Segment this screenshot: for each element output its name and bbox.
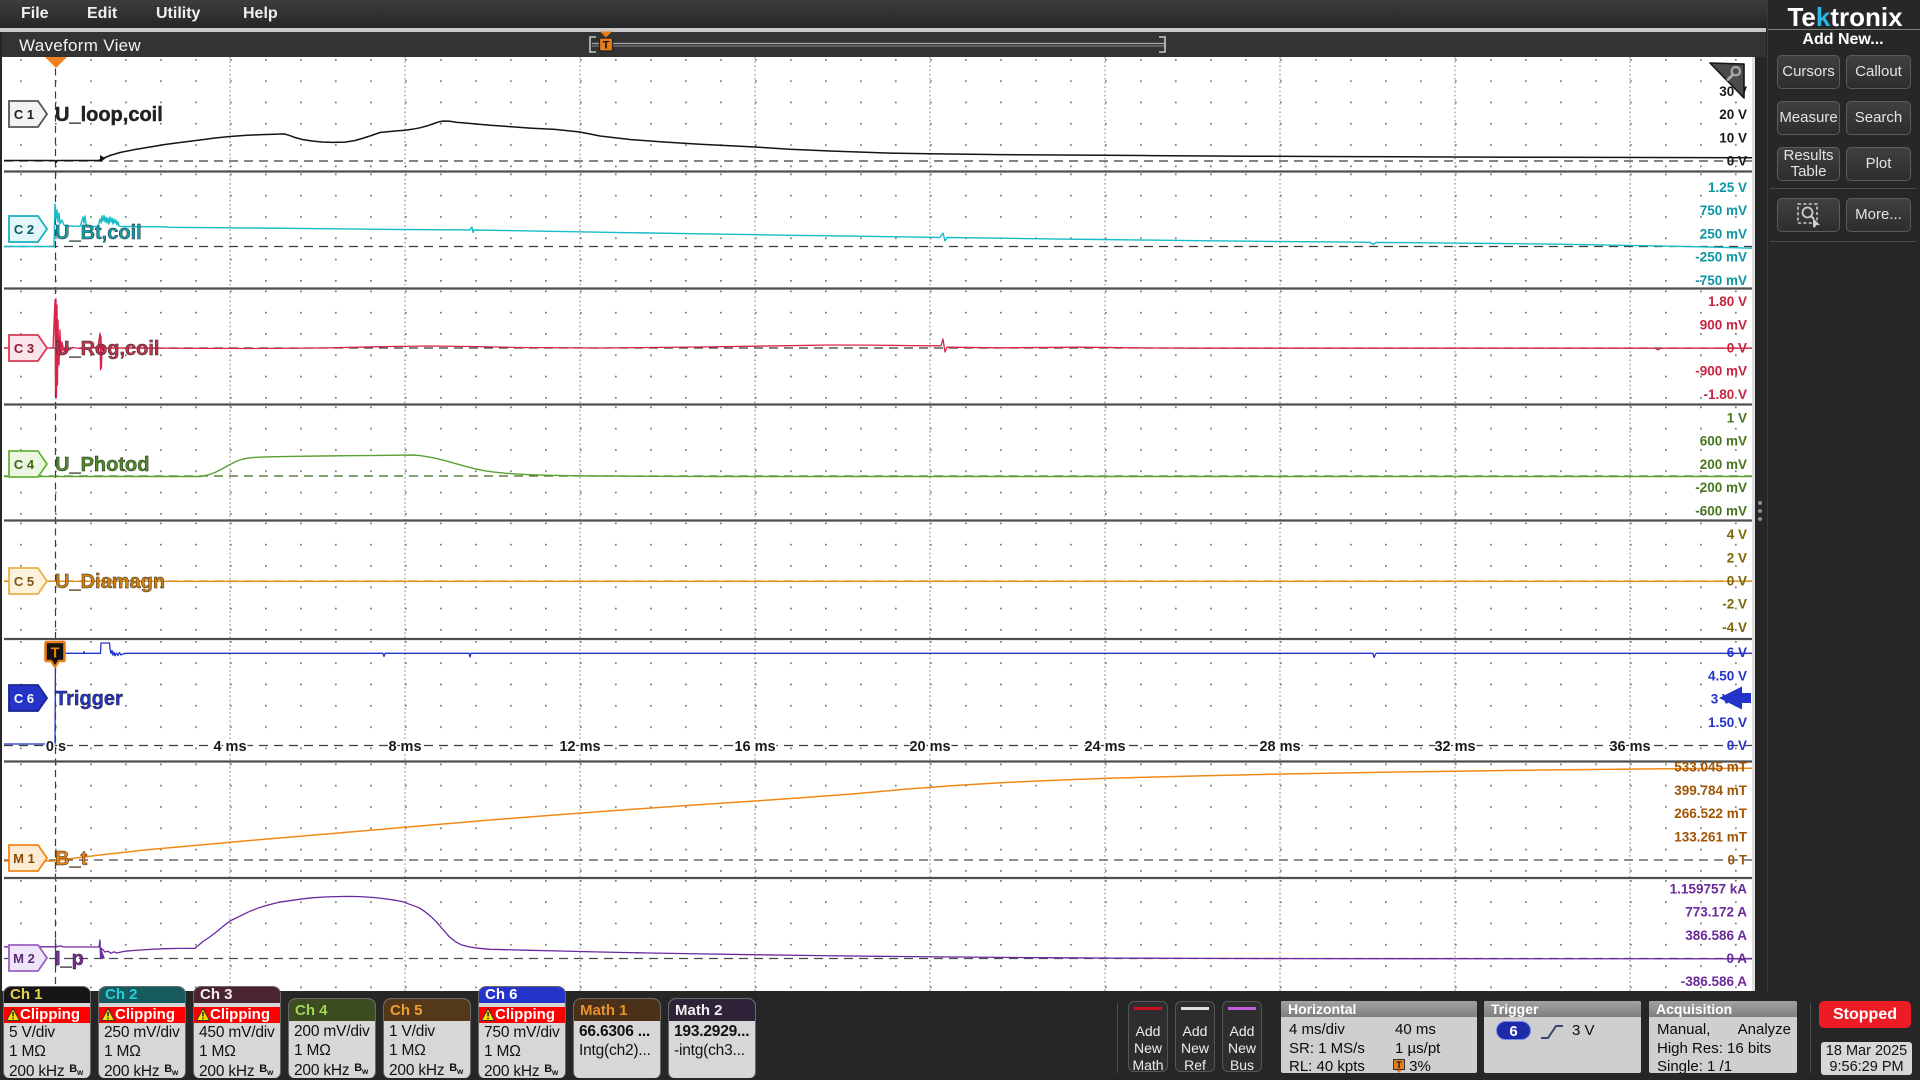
svg-text:4.50 V: 4.50 V (1708, 668, 1747, 683)
svg-text:-600 mV: -600 mV (1695, 503, 1747, 518)
svg-text:250 mV: 250 mV (1700, 226, 1747, 241)
svg-text:C 1: C 1 (14, 107, 34, 122)
svg-text:C 6: C 6 (14, 691, 34, 706)
svg-text:0 V: 0 V (1727, 341, 1747, 356)
svg-text:0 V: 0 V (1727, 154, 1747, 169)
svg-text:1.80 V: 1.80 V (1708, 294, 1747, 309)
svg-text:266.522 mT: 266.522 mT (1674, 806, 1748, 821)
svg-text:Trigger: Trigger (55, 688, 123, 710)
svg-text:386.586 A: 386.586 A (1685, 928, 1747, 943)
svg-text:U_Diamagn: U_Diamagn (55, 571, 165, 593)
svg-text:M 2: M 2 (13, 951, 35, 966)
svg-text:M 1: M 1 (13, 851, 35, 866)
svg-text:U_Bt,coil: U_Bt,coil (55, 222, 142, 244)
svg-text:C 4: C 4 (14, 457, 35, 472)
svg-text:-386.586 A: -386.586 A (1681, 974, 1748, 989)
svg-text:-4 V: -4 V (1722, 620, 1747, 635)
svg-text:-200 mV: -200 mV (1695, 480, 1747, 495)
svg-text:-1.80 V: -1.80 V (1703, 387, 1747, 402)
svg-text:900 mV: 900 mV (1700, 317, 1747, 332)
svg-text:6 V: 6 V (1727, 645, 1747, 660)
svg-text:B_t: B_t (55, 848, 88, 870)
svg-text:0 s: 0 s (46, 739, 66, 755)
svg-text:533.045 mT: 533.045 mT (1674, 760, 1748, 775)
svg-text:C 2: C 2 (14, 222, 34, 237)
svg-text:24 ms: 24 ms (1084, 739, 1125, 755)
svg-text:1.159757 kA: 1.159757 kA (1670, 881, 1748, 896)
svg-text:0 A: 0 A (1726, 951, 1747, 966)
svg-text:28 ms: 28 ms (1259, 739, 1300, 755)
svg-text:1.50 V: 1.50 V (1708, 715, 1747, 730)
svg-text:4 V: 4 V (1727, 527, 1747, 542)
svg-text:1.25 V: 1.25 V (1708, 180, 1747, 195)
svg-text:32 ms: 32 ms (1434, 739, 1475, 755)
svg-text:1 V: 1 V (1727, 411, 1747, 426)
svg-text:U_Photod: U_Photod (55, 454, 149, 476)
svg-text:20 V: 20 V (1719, 107, 1747, 122)
svg-text:750 mV: 750 mV (1700, 203, 1747, 218)
svg-text:10 V: 10 V (1719, 130, 1747, 145)
svg-text:36 ms: 36 ms (1609, 739, 1650, 755)
svg-text:0 T: 0 T (1727, 853, 1747, 868)
svg-text:I_p: I_p (55, 948, 84, 970)
svg-text:C 5: C 5 (14, 574, 34, 589)
svg-text:-250 mV: -250 mV (1695, 250, 1747, 265)
svg-text:2 V: 2 V (1727, 550, 1747, 565)
svg-text:773.172 A: 773.172 A (1685, 905, 1747, 920)
svg-text:T: T (603, 40, 610, 52)
svg-text:200 mV: 200 mV (1700, 457, 1747, 472)
svg-text:U_Rog,coil: U_Rog,coil (55, 338, 159, 360)
svg-text:399.784 mT: 399.784 mT (1674, 783, 1748, 798)
svg-text:-750 mV: -750 mV (1695, 273, 1747, 288)
svg-text:-900 mV: -900 mV (1695, 364, 1747, 379)
svg-text:0 V: 0 V (1727, 574, 1747, 589)
svg-text:U_loop,coil: U_loop,coil (55, 104, 163, 126)
svg-text:20 ms: 20 ms (909, 739, 950, 755)
svg-text:4 ms: 4 ms (213, 739, 246, 755)
svg-text:T: T (51, 646, 60, 662)
svg-text:133.261 mT: 133.261 mT (1674, 829, 1748, 844)
svg-text:600 mV: 600 mV (1700, 434, 1747, 449)
svg-text:T: T (1396, 1060, 1402, 1070)
svg-text:8 ms: 8 ms (388, 739, 421, 755)
svg-text:-2 V: -2 V (1722, 597, 1747, 612)
svg-text:0 V: 0 V (1727, 738, 1747, 753)
svg-text:C 3: C 3 (14, 341, 34, 356)
svg-text:16 ms: 16 ms (734, 739, 775, 755)
svg-text:12 ms: 12 ms (559, 739, 600, 755)
